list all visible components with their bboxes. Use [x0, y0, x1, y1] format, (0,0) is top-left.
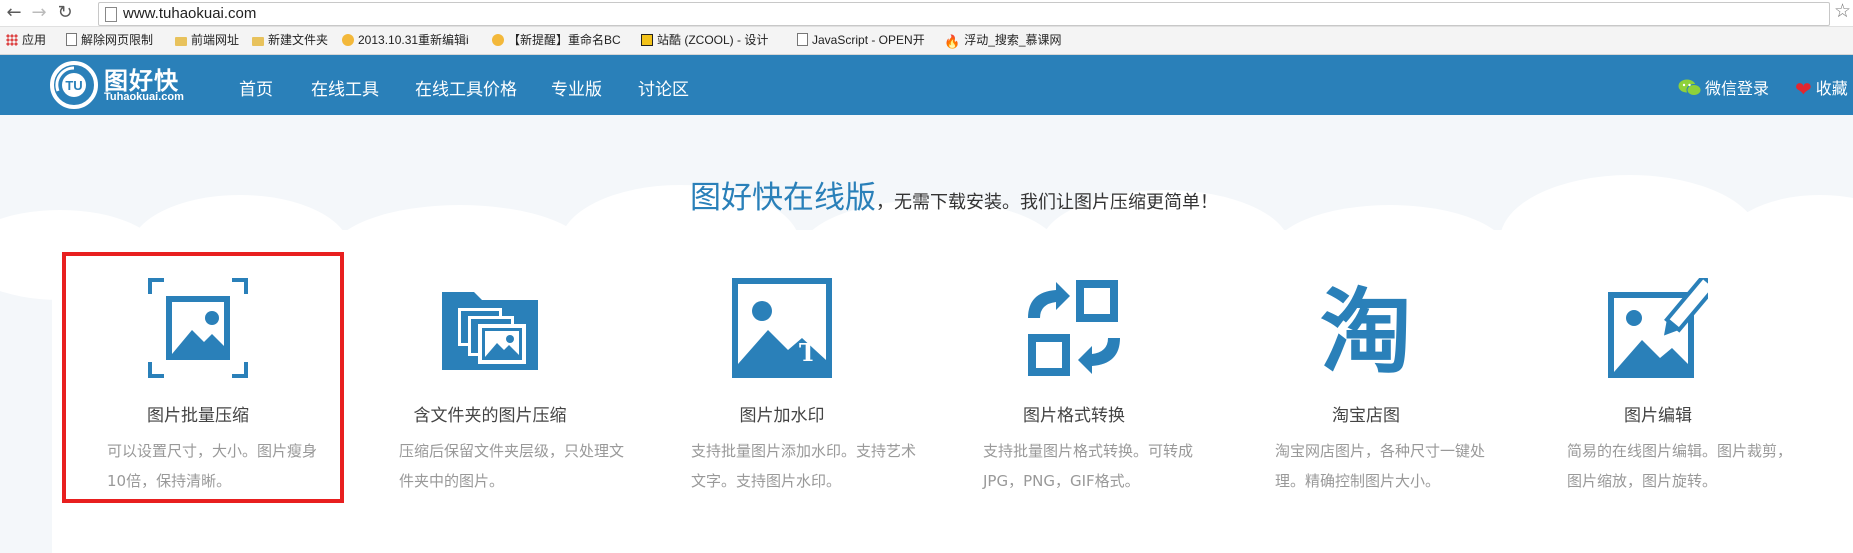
- bookmark-item[interactable]: 前端网址: [175, 31, 239, 49]
- hero-title: 图好快在线版: [690, 180, 876, 216]
- taobao-glyph: 淘: [1320, 279, 1412, 378]
- highlight-frame: [62, 252, 344, 503]
- bookmark-item[interactable]: JavaScript - OPEN开: [797, 31, 925, 49]
- nav-forum[interactable]: 讨论区: [638, 75, 689, 100]
- taobao-icon: 淘: [1320, 279, 1412, 378]
- feature-desc: 淘宝网店图片，各种尺寸一键处理。精确控制图片大小。: [1275, 442, 1486, 490]
- browser-toolbar: ← → ↻ www.tuhaokuai.com ☆: [0, 0, 1853, 27]
- feature-title: 含文件夹的图片压缩: [413, 406, 567, 426]
- logo-domain: Tuhaokuai.com: [104, 91, 184, 103]
- bookmark-label: 站酷 (ZCOOL) - 设计: [657, 33, 769, 47]
- bookmark-item[interactable]: 解除网页限制: [66, 31, 153, 49]
- address-bar[interactable]: www.tuhaokuai.com: [98, 2, 1830, 26]
- folder-icon: [175, 37, 187, 46]
- favorite-link[interactable]: ❤ 收藏: [1795, 75, 1848, 101]
- hero-subtitle: ，无需下载安装。我们让图片压缩更简单！: [876, 192, 1218, 213]
- sun-icon: [342, 34, 354, 46]
- bookmark-item[interactable]: 2013.10.31重新编辑i: [342, 31, 469, 49]
- feature-title: 图片格式转换: [1023, 406, 1125, 426]
- folder-compress-icon: [442, 292, 538, 370]
- feature-folder-compress[interactable]: 含文件夹的图片压缩 压缩后保留文件夹层级，只处理文件夹中的图片。: [344, 270, 636, 506]
- bookmark-label: 解除网页限制: [81, 33, 154, 47]
- bookmarks-bar: 应用 解除网页限制 前端网址 新建文件夹 2013.10.31重新编辑i 【新提…: [0, 27, 1853, 55]
- page-icon: [105, 7, 117, 22]
- nav-pro[interactable]: 专业版: [551, 75, 602, 100]
- bookmark-label: 浮动_搜索_慕课网: [964, 33, 1062, 47]
- feature-title: 淘宝店图: [1332, 406, 1400, 426]
- feature-desc: 支持批量图片添加水印。支持艺术文字。支持图片水印。: [691, 442, 917, 490]
- url-text[interactable]: www.tuhaokuai.com: [123, 5, 256, 22]
- feature-watermark[interactable]: T 图片加水印 支持批量图片添加水印。支持艺术文字。支持图片水印。: [636, 270, 928, 506]
- reload-icon[interactable]: ↻: [55, 3, 75, 23]
- wechat-login-label: 微信登录: [1705, 79, 1770, 98]
- feature-title: 图片加水印: [739, 406, 825, 426]
- heart-icon: ❤: [1795, 77, 1812, 101]
- folder-icon: [252, 37, 264, 46]
- image-edit-icon: [1608, 278, 1708, 378]
- wechat-login-link[interactable]: 微信登录: [1678, 75, 1769, 99]
- nav-home[interactable]: 首页: [239, 75, 273, 100]
- fire-icon: 🔥: [944, 34, 961, 49]
- bookmark-item[interactable]: 🔥 浮动_搜索_慕课网: [944, 31, 1062, 49]
- bookmark-item[interactable]: 新建文件夹: [252, 31, 328, 49]
- bookmark-label: 应用: [22, 33, 47, 47]
- watermark-letter: T: [799, 338, 817, 367]
- page-icon: [66, 33, 77, 46]
- bookmark-apps[interactable]: 应用: [6, 31, 46, 49]
- feature-taobao[interactable]: 淘 淘宝店图 淘宝网店图片，各种尺寸一键处理。精确控制图片大小。: [1220, 270, 1512, 506]
- back-arrow-icon[interactable]: ←: [4, 3, 24, 23]
- logo-icon[interactable]: TU: [50, 61, 98, 109]
- page-icon: [797, 33, 808, 46]
- feature-desc: 支持批量图片格式转换。可转成JPG，PNG，GIF格式。: [983, 442, 1194, 490]
- apps-icon: [6, 34, 18, 46]
- bookmark-item[interactable]: 【新提醒】重命名BC: [492, 31, 621, 49]
- feature-image-edit[interactable]: 图片编辑 简易的在线图片编辑。图片裁剪，图片缩放，图片旋转。: [1512, 270, 1804, 506]
- feature-desc: 简易的在线图片编辑。图片裁剪，图片缩放，图片旋转。: [1567, 442, 1793, 490]
- logo-badge-text: TU: [65, 78, 82, 93]
- zcool-icon: [641, 34, 653, 46]
- bookmark-label: 前端网址: [191, 33, 240, 47]
- forward-arrow-icon[interactable]: →: [29, 3, 49, 23]
- site-header: TU 图好快 Tuhaokuai.com 首页 在线工具 在线工具价格 专业版 …: [0, 55, 1853, 115]
- nav-online-tools[interactable]: 在线工具: [311, 75, 379, 100]
- bookmark-label: 【新提醒】重命名BC: [508, 33, 621, 47]
- bookmark-label: 2013.10.31重新编辑i: [358, 33, 469, 47]
- watermark-icon: T: [732, 278, 832, 378]
- hero-headline: 图好快在线版，无需下载安装。我们让图片压缩更简单！: [690, 172, 1218, 217]
- format-convert-icon: [1028, 280, 1120, 376]
- bookmark-label: 新建文件夹: [268, 33, 329, 47]
- wechat-icon: [1678, 79, 1702, 96]
- favorite-label: 收藏: [1815, 79, 1848, 98]
- sun-icon: [492, 34, 504, 46]
- feature-title: 图片编辑: [1624, 406, 1692, 426]
- feature-format-convert[interactable]: 图片格式转换 支持批量图片格式转换。可转成JPG，PNG，GIF格式。: [928, 270, 1220, 506]
- nav-tool-pricing[interactable]: 在线工具价格: [415, 75, 517, 100]
- bookmark-star-icon[interactable]: ☆: [1834, 0, 1851, 22]
- feature-desc: 压缩后保留文件夹层级，只处理文件夹中的图片。: [399, 442, 625, 490]
- bookmark-item[interactable]: 站酷 (ZCOOL) - 设计: [641, 31, 768, 49]
- bookmark-label: JavaScript - OPEN开: [812, 33, 925, 47]
